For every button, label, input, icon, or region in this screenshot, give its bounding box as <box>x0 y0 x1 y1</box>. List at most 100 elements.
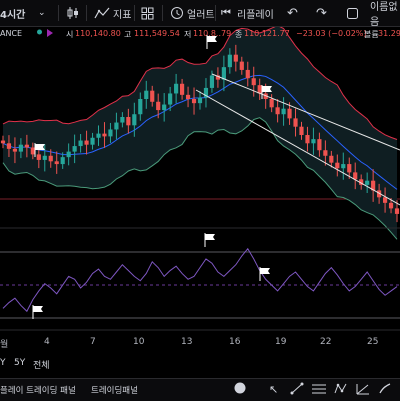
chevron-down-icon[interactable]: ⌄ <box>38 0 46 26</box>
bottom-tab-replay-trading[interactable]: 플레이 트레이딩 패널 <box>0 384 76 396</box>
candle-body <box>233 54 238 62</box>
candle-body <box>18 144 23 152</box>
candle-body <box>144 90 149 99</box>
undo-icon[interactable]: ↶ <box>287 0 298 26</box>
candle-body <box>341 164 346 169</box>
candle-body <box>132 114 137 126</box>
candle-body <box>48 155 53 162</box>
candle-body <box>24 144 29 148</box>
fullscreen-icon[interactable] <box>346 0 359 26</box>
time-axis-label: 19 <box>275 337 287 347</box>
layout-grid-icon[interactable] <box>141 0 154 26</box>
time-axis-label: 13 <box>181 337 193 347</box>
trend-line-icon[interactable] <box>290 382 304 398</box>
alert-clock-icon[interactable] <box>170 0 184 26</box>
candle-body <box>287 108 292 119</box>
candle-body <box>311 139 316 144</box>
volume-value: 31.29 <box>378 29 400 38</box>
flag-icon[interactable] <box>261 84 273 103</box>
pattern-icon[interactable] <box>334 382 348 398</box>
candle-body <box>305 135 310 144</box>
toolbar-separator <box>134 5 135 21</box>
brush-icon[interactable] <box>378 382 392 398</box>
flag-icon[interactable] <box>259 266 271 285</box>
candle-body <box>66 151 71 158</box>
candle-body <box>245 69 250 79</box>
oscillator-line <box>2 247 398 313</box>
candle-body <box>180 83 185 95</box>
indicator-flag-icon[interactable] <box>46 28 55 40</box>
candle-body <box>197 97 203 104</box>
flag-icon[interactable] <box>32 304 44 323</box>
candle-body <box>239 61 244 70</box>
redo-icon[interactable]: ↷ <box>316 0 327 26</box>
time-axis-label: 22 <box>320 337 332 347</box>
close-value: 110,121.77 <box>244 29 290 38</box>
volume-label: 볼륨 <box>364 30 379 39</box>
change-value: −23.03 (−0.02%) <box>296 29 367 38</box>
candle-body <box>54 161 59 165</box>
candle-body <box>96 133 101 138</box>
candle-body <box>6 143 12 149</box>
time-axis-label: 10 <box>133 337 145 347</box>
candle-body <box>156 101 161 111</box>
candle-body <box>191 99 197 104</box>
top-toolbar: 4시간 ⌄ 지표 얼러트 ⏮ 리플레이 ↶ ↷ 이름없음 <box>0 0 400 28</box>
exchange-name: ANCE <box>0 29 23 38</box>
time-axis-label: 7 <box>90 337 96 347</box>
chart-canvas[interactable] <box>0 0 400 400</box>
candle-body <box>162 104 167 111</box>
open-value: 110,140.80 <box>75 29 121 38</box>
time-axis-label: 16 <box>229 337 241 347</box>
candle-body <box>60 157 65 165</box>
candle-body <box>209 75 215 88</box>
projection-icon[interactable] <box>356 382 370 398</box>
candle-body <box>347 164 352 173</box>
replay-icon[interactable]: ⏮ <box>221 0 231 26</box>
layout-name[interactable]: 이름없음 <box>370 0 400 28</box>
flag-icon[interactable] <box>34 142 46 161</box>
candle-body <box>120 117 125 123</box>
candle-body <box>90 137 95 145</box>
band-fill <box>2 25 398 240</box>
candle-body <box>275 107 280 115</box>
candle-body <box>382 197 388 203</box>
candle-body <box>108 129 113 137</box>
candle-body <box>84 140 89 145</box>
interval-button[interactable]: 4시간 <box>0 0 25 26</box>
record-dot-icon[interactable] <box>234 382 246 397</box>
candle-body <box>317 139 322 151</box>
candle-body <box>335 162 340 169</box>
low-label: 저 <box>184 30 192 39</box>
range-button-y[interactable]: Y <box>0 358 6 368</box>
candle-body <box>174 83 179 94</box>
toolbar-separator <box>58 5 59 21</box>
toolbar-separator <box>86 5 87 21</box>
candle-body <box>227 54 232 68</box>
replay-button[interactable]: 리플레이 <box>237 0 274 26</box>
indicators-button[interactable]: 지표 <box>113 0 131 26</box>
candle-body <box>126 117 131 126</box>
cursor-icon[interactable]: ↖ <box>269 383 278 396</box>
time-axis-label: 25 <box>367 337 379 347</box>
symbol-info-row: ANCE 시 110,140.80 고 111,549.54 저 110,8..… <box>0 28 400 42</box>
flag-icon[interactable] <box>206 34 218 53</box>
candle-body <box>150 90 155 102</box>
candle-body <box>102 133 107 137</box>
fib-icon[interactable] <box>312 383 326 398</box>
high-label: 고 <box>124 30 132 39</box>
indicators-icon[interactable] <box>94 0 110 26</box>
candle-body <box>72 146 77 152</box>
candle-body <box>114 122 119 130</box>
range-button-all[interactable]: 전체 <box>33 358 50 371</box>
candle-body <box>353 172 358 180</box>
candle-type-icon[interactable] <box>66 0 80 26</box>
candle-body <box>78 140 83 147</box>
bottom-tab-trading-panel[interactable]: 트레이딩패널 <box>91 384 138 396</box>
flag-icon[interactable] <box>204 232 216 251</box>
range-button-5y[interactable]: 5Y <box>14 358 25 368</box>
alert-button[interactable]: 얼러트 <box>187 0 215 26</box>
candle-body <box>365 180 370 185</box>
candle-body <box>329 155 334 163</box>
candle-body <box>293 118 298 127</box>
